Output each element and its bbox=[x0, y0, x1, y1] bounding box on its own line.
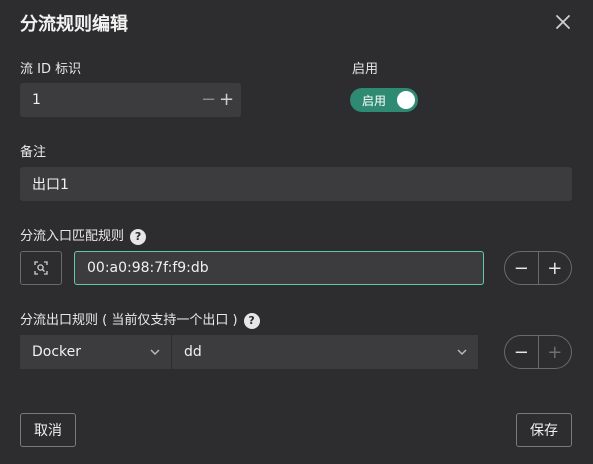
exit-target-select[interactable]: dd bbox=[172, 335, 478, 369]
scan-icon bbox=[34, 261, 48, 275]
exit-rule-add-remove: − + bbox=[504, 335, 572, 369]
flow-id-stepper-buttons: − + bbox=[201, 83, 234, 117]
remark-value: 出口1 bbox=[32, 177, 69, 193]
close-icon[interactable] bbox=[553, 12, 573, 32]
exit-type-select[interactable]: Docker bbox=[20, 335, 171, 369]
exit-target-value: dd bbox=[184, 344, 202, 360]
chevron-down-icon bbox=[150, 349, 160, 355]
entry-rule-add-button[interactable]: + bbox=[537, 252, 572, 284]
exit-rule-label-text: 分流出口规则 ( 当前仅支持一个出口 ) bbox=[20, 313, 238, 328]
entry-rule-label-text: 分流入口匹配规则 bbox=[20, 229, 125, 244]
exit-type-value: Docker bbox=[32, 344, 82, 360]
entry-rule-mac-input[interactable]: 00:a0:98:7f:f9:db bbox=[74, 251, 484, 285]
help-icon[interactable]: ? bbox=[243, 312, 260, 329]
exit-rule-add-button[interactable]: + bbox=[537, 336, 572, 368]
flow-id-decrement-button[interactable]: − bbox=[201, 91, 216, 109]
flow-id-stepper[interactable]: 1 − + bbox=[20, 83, 241, 117]
entry-rule-value: 00:a0:98:7f:f9:db bbox=[87, 260, 209, 276]
flow-rule-dialog: 分流规则编辑 流 ID 标识 1 − + 启用 启用 备注 出口1 分流入口匹配… bbox=[0, 0, 593, 464]
dialog-title: 分流规则编辑 bbox=[20, 14, 128, 35]
scan-button[interactable] bbox=[20, 251, 62, 285]
exit-rule-remove-button[interactable]: − bbox=[505, 336, 538, 368]
remark-label: 备注 bbox=[20, 145, 47, 160]
enable-toggle[interactable]: 启用 bbox=[350, 88, 418, 112]
entry-rule-remove-button[interactable]: − bbox=[505, 252, 538, 284]
cancel-button[interactable]: 取消 bbox=[20, 413, 76, 447]
enable-toggle-text: 启用 bbox=[362, 94, 387, 108]
enable-label: 启用 bbox=[352, 62, 379, 77]
flow-id-value[interactable]: 1 bbox=[32, 92, 41, 108]
flow-id-label: 流 ID 标识 bbox=[20, 62, 82, 77]
exit-rule-label: 分流出口规则 ( 当前仅支持一个出口 )? bbox=[20, 309, 260, 329]
toggle-knob bbox=[397, 91, 415, 109]
entry-rule-label: 分流入口匹配规则? bbox=[20, 225, 147, 245]
entry-rule-add-remove: − + bbox=[504, 251, 572, 285]
flow-id-increment-button[interactable]: + bbox=[219, 91, 234, 109]
chevron-down-icon bbox=[457, 349, 467, 355]
save-button[interactable]: 保存 bbox=[516, 413, 572, 447]
help-icon[interactable]: ? bbox=[130, 228, 147, 245]
remark-input[interactable]: 出口1 bbox=[20, 167, 572, 201]
